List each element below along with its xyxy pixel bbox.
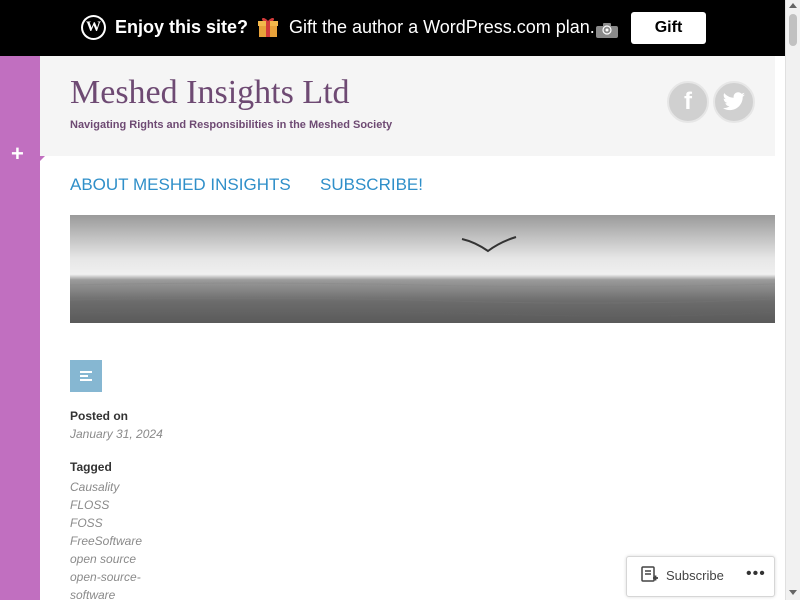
camera-icon bbox=[596, 23, 618, 38]
scroll-up-arrow-icon[interactable] bbox=[789, 3, 797, 8]
post-date-link[interactable]: January 31, 2024 bbox=[70, 427, 163, 441]
subscribe-button[interactable]: Subscribe bbox=[666, 568, 724, 583]
tag-link[interactable]: Causality bbox=[70, 478, 142, 496]
subscribe-widget: Subscribe ••• bbox=[626, 556, 775, 597]
sidebar: + bbox=[0, 56, 47, 600]
promo-banner: W Enjoy this site? Gift the author a Wor… bbox=[0, 0, 785, 56]
tag-link[interactable]: FLOSS bbox=[70, 496, 142, 514]
site-title[interactable]: Meshed Insights Ltd bbox=[70, 74, 350, 112]
tag-link[interactable]: FreeSoftware bbox=[70, 532, 142, 550]
tag-link[interactable]: open source bbox=[70, 550, 142, 568]
wordpress-logo-glyph: W bbox=[83, 17, 104, 38]
site-tagline: Navigating Rights and Responsibilities i… bbox=[70, 119, 393, 131]
tagged-label: Tagged bbox=[70, 460, 112, 474]
gift-icon bbox=[258, 17, 278, 37]
header-banner-image bbox=[70, 215, 775, 323]
tag-link[interactable]: open-source- bbox=[70, 568, 142, 586]
scroll-thumb[interactable] bbox=[789, 14, 797, 46]
nav-item-subscribe[interactable]: SUBSCRIBE! bbox=[320, 175, 423, 195]
tag-link[interactable]: software bbox=[70, 586, 142, 600]
site-header: Meshed Insights Ltd Navigating Rights an… bbox=[40, 56, 775, 156]
reader-subscribe-icon[interactable] bbox=[641, 566, 659, 584]
nav-item-about[interactable]: ABOUT MESHED INSIGHTS bbox=[70, 175, 291, 195]
more-options-icon[interactable]: ••• bbox=[746, 565, 766, 583]
twitter-icon bbox=[723, 92, 745, 111]
wordpress-logo-icon: W bbox=[81, 15, 106, 40]
plus-icon: + bbox=[11, 141, 24, 166]
gift-button[interactable]: Gift bbox=[631, 12, 706, 44]
facebook-icon: f bbox=[684, 88, 692, 115]
facebook-link[interactable]: f bbox=[667, 81, 709, 123]
tag-link[interactable]: FOSS bbox=[70, 514, 142, 532]
promo-message: Gift the author a WordPress.com plan. bbox=[289, 17, 595, 37]
scrollbar[interactable] bbox=[785, 0, 800, 600]
twitter-link[interactable] bbox=[713, 81, 755, 123]
standard-post-icon[interactable] bbox=[70, 360, 102, 392]
posted-on-label: Posted on bbox=[70, 409, 129, 423]
tag-list: Causality FLOSS FOSS FreeSoftware open s… bbox=[70, 478, 142, 600]
scroll-down-arrow-icon[interactable] bbox=[789, 590, 797, 595]
promo-headline: Enjoy this site? bbox=[115, 17, 249, 37]
